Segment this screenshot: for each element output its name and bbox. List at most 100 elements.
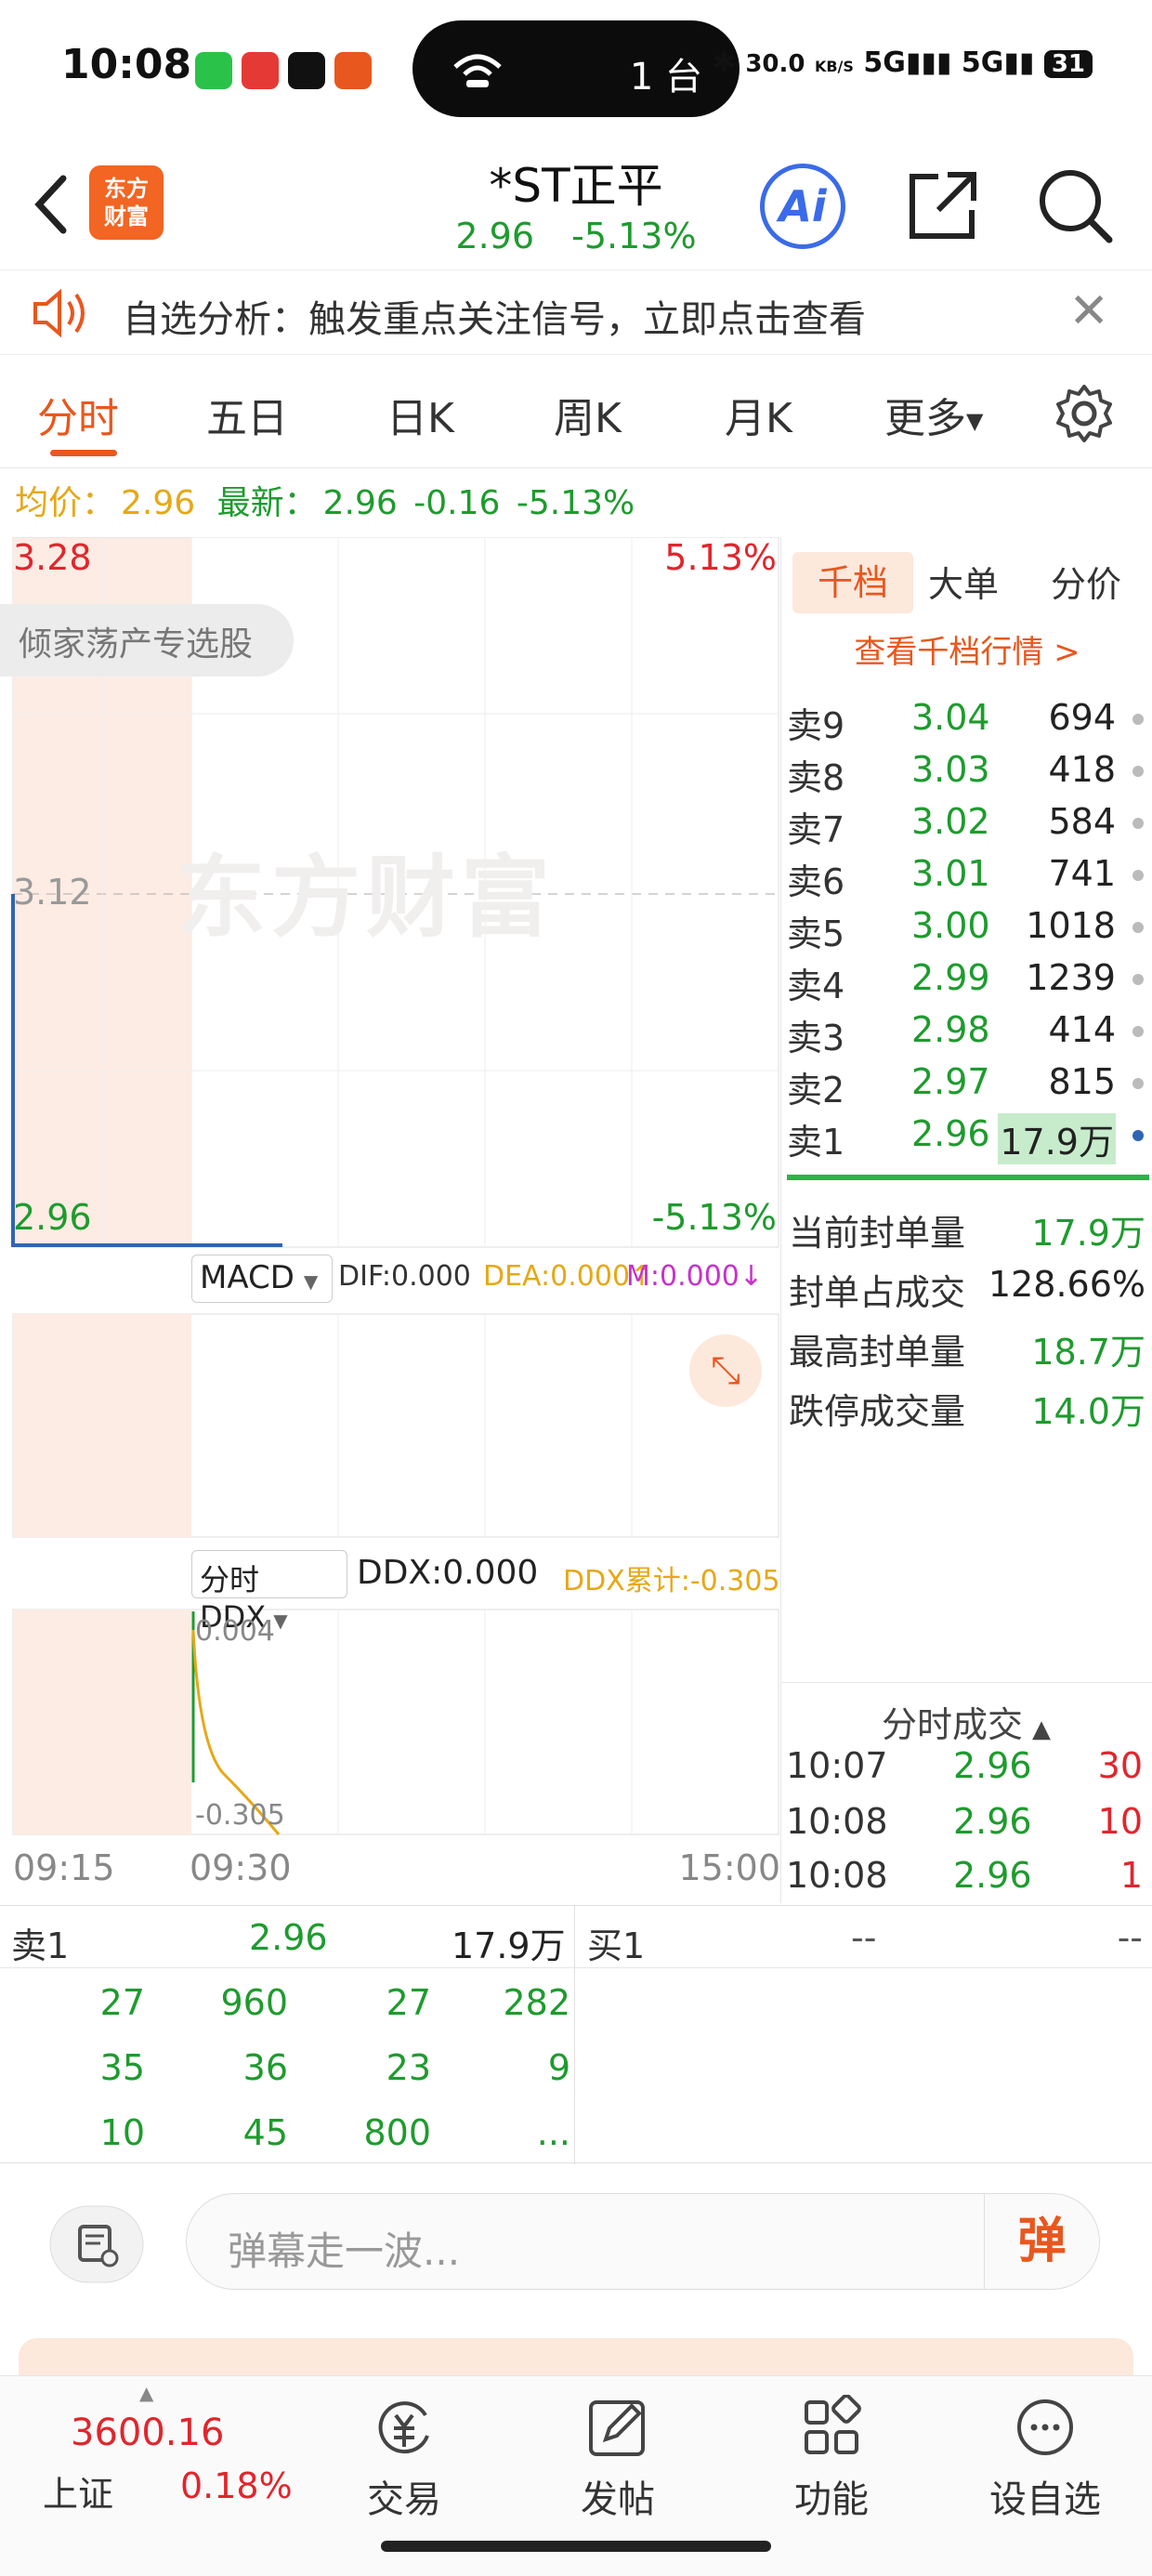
trade-row: 10:07 2.96 30 bbox=[780, 1745, 1152, 1801]
bank-icon bbox=[334, 52, 372, 89]
tab-weekly-k[interactable]: 周K bbox=[554, 385, 622, 444]
index-name: 上证 bbox=[43, 2474, 114, 2515]
chart-tabs: 分时 五日 日K 周K 月K 更多▼ bbox=[0, 361, 1152, 468]
avg-label: 均价： bbox=[15, 484, 116, 522]
grid-icon bbox=[805, 2395, 861, 2454]
avg-value: 2.96 bbox=[121, 484, 196, 522]
trade-volume: 30 bbox=[1097, 1745, 1143, 1786]
tab-price-split[interactable]: 分价 bbox=[1051, 556, 1121, 607]
gear-icon[interactable] bbox=[1054, 383, 1115, 444]
ddx-selector[interactable]: 分时DDX ▼ bbox=[191, 1550, 347, 1635]
ddx-value: DDX:0.000 bbox=[357, 1554, 539, 1592]
stock-price: 2.96 bbox=[455, 216, 535, 256]
order-queue: 卖1 2.96 17.9万 买1 -- -- 27 960 27 282 35 … bbox=[0, 1905, 1152, 2164]
share-icon[interactable] bbox=[901, 164, 985, 247]
orderbook-tabs: 千档 大单 分价 bbox=[781, 546, 1152, 613]
nav-trade-label: 交易 bbox=[367, 2478, 441, 2521]
time-axis-start: 09:15 bbox=[13, 1847, 115, 1888]
latest-change-pct: -5.13% bbox=[516, 484, 635, 522]
close-icon[interactable]: ✕ bbox=[1068, 283, 1109, 339]
ask-volume: 1239 bbox=[1026, 957, 1116, 998]
home-indicator bbox=[381, 2541, 771, 2552]
queue-sell-label: 卖1 bbox=[11, 1925, 70, 1966]
orderbook-divider bbox=[787, 1175, 1149, 1180]
sector-tag[interactable]: 倾家荡产专选股 bbox=[0, 604, 295, 677]
ask-price: 2.96 bbox=[911, 1113, 990, 1154]
queue-divider bbox=[574, 1906, 575, 2164]
index-value[interactable]: 3600.16 bbox=[71, 2412, 224, 2454]
view-thousand-levels-link[interactable]: 查看千档行情 > bbox=[781, 626, 1152, 672]
tab-intraday[interactable]: 分时 bbox=[37, 385, 119, 444]
trade-row: 10:08 2.96 1 bbox=[780, 1855, 1152, 1911]
intraday-chart[interactable]: 3.28 3.12 2.96 5.13% -5.13% 倾家荡产专选股 东方财富… bbox=[0, 537, 780, 1912]
dot-icon bbox=[1132, 974, 1144, 985]
edit-icon bbox=[589, 2400, 645, 2456]
ask-row: 卖3 2.98 414 bbox=[781, 1004, 1152, 1058]
network-unit: KB/S bbox=[814, 58, 854, 75]
ask-label: 卖2 bbox=[787, 1070, 845, 1111]
stat-value: 14.0万 bbox=[1031, 1391, 1145, 1432]
queue-buy-label: 买1 bbox=[587, 1925, 646, 1966]
bluetooth-icon: ✱ bbox=[712, 46, 736, 79]
queue-sell-price: 2.96 bbox=[249, 1917, 328, 1958]
tab-daily-k[interactable]: 日K bbox=[386, 385, 454, 444]
danmaku-button[interactable]: 弹 bbox=[984, 2194, 1099, 2289]
latest-label: 最新： bbox=[216, 484, 318, 522]
ask-volume: 1018 bbox=[1026, 905, 1116, 946]
nav-add-watchlist[interactable]: 设自选 bbox=[975, 2385, 1115, 2523]
ask-volume: 741 bbox=[1048, 853, 1116, 894]
macd-selector[interactable]: MACD ▼ bbox=[191, 1255, 333, 1303]
tab-five-day[interactable]: 五日 bbox=[206, 385, 288, 444]
trade-icon bbox=[378, 2401, 429, 2454]
pct-axis-top: 5.13% bbox=[664, 537, 777, 578]
price-info-line: 均价： 2.96 最新： 2.96 -0.16 -5.13% bbox=[15, 476, 640, 524]
caret-down-icon: ▼ bbox=[273, 1610, 288, 1632]
ask-row: 卖6 3.01 741 bbox=[781, 848, 1152, 902]
danmaku-settings-icon[interactable] bbox=[48, 2204, 145, 2284]
dot-icon bbox=[1132, 1078, 1144, 1089]
comment-bar: 弹幕走一波... 弹 bbox=[0, 2175, 1152, 2305]
network-speed: 30.0 bbox=[745, 50, 805, 78]
time-axis-end: 15:00 bbox=[678, 1847, 780, 1888]
ask-label: 卖6 bbox=[787, 861, 845, 902]
ddx-axis-bottom: -0.305 bbox=[195, 1799, 285, 1832]
pct-axis-bottom: -5.13% bbox=[651, 1197, 777, 1238]
tab-thousand-levels[interactable]: 千档 bbox=[792, 552, 913, 613]
watermark: 东方财富 bbox=[177, 846, 556, 950]
notice-banner[interactable]: 自选分析：触发重点关注信号，立即点击查看 ✕ bbox=[0, 269, 1152, 355]
caret-up-icon: ▲ bbox=[1032, 1715, 1051, 1743]
ask-volume: 414 bbox=[1048, 1009, 1116, 1050]
ask-price: 2.99 bbox=[911, 957, 990, 998]
tab-large-orders[interactable]: 大单 bbox=[928, 556, 999, 607]
trade-price: 2.96 bbox=[953, 1855, 1032, 1896]
queue-cell-more[interactable]: ... bbox=[459, 2112, 570, 2153]
ask-price: 3.03 bbox=[911, 749, 990, 790]
speaker-icon bbox=[33, 289, 85, 337]
ask-price: 3.00 bbox=[911, 905, 990, 946]
trade-time: 10:07 bbox=[786, 1745, 888, 1786]
queue-cell: 45 bbox=[242, 2112, 288, 2153]
nav-post[interactable]: 发帖 bbox=[548, 2385, 687, 2523]
ai-button[interactable]: Ai bbox=[760, 164, 845, 249]
expand-icon[interactable]: ⤡ bbox=[689, 1334, 762, 1407]
queue-cell: 10 bbox=[99, 2112, 145, 2153]
macd-dif: DIF:0.000 bbox=[338, 1260, 471, 1293]
ask-row: 卖9 3.04 694 bbox=[781, 691, 1152, 746]
trades-header[interactable]: 分时成交 ▲ bbox=[780, 1682, 1152, 1747]
dot-icon bbox=[1132, 818, 1144, 829]
queue-cell: 960 bbox=[220, 1982, 288, 2023]
tab-more[interactable]: 更多▼ bbox=[884, 385, 983, 444]
queue-cell: 27 bbox=[99, 1982, 145, 2023]
nav-trade[interactable]: 交易 bbox=[334, 2385, 474, 2523]
promo-strip[interactable] bbox=[19, 2338, 1133, 2375]
y-axis-bottom: 2.96 bbox=[13, 1197, 92, 1238]
danmaku-input[interactable]: 弹幕走一波... 弹 bbox=[186, 2193, 1100, 2290]
ask-volume: 418 bbox=[1048, 749, 1116, 790]
ask-label: 卖1 bbox=[787, 1122, 845, 1163]
nav-features[interactable]: 功能 bbox=[762, 2385, 901, 2523]
dot-icon bbox=[1132, 922, 1144, 933]
search-icon[interactable] bbox=[1033, 164, 1117, 247]
ask-row-best: 卖1 2.96 17.9万 bbox=[781, 1108, 1152, 1164]
tab-monthly-k[interactable]: 月K bbox=[725, 385, 792, 444]
queue-cell: 282 bbox=[503, 1982, 570, 2023]
